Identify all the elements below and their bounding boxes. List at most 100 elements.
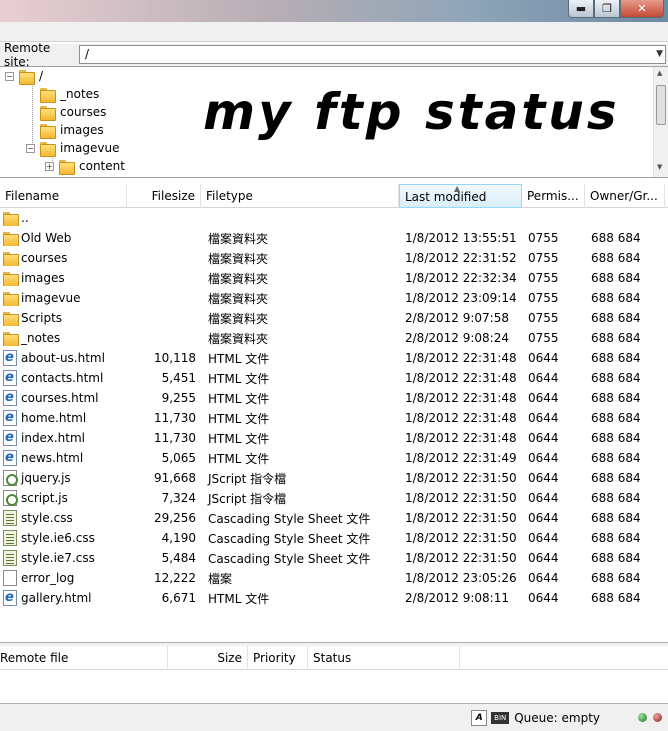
file-type: JScript 指令檔 [208, 471, 287, 486]
file-owner-group: 688 684 [591, 431, 641, 445]
file-row[interactable]: index.html 11,730 HTML 文件 1/8/2012 22:31:48… [0, 428, 668, 448]
file-permissions: 0755 [528, 231, 559, 245]
file-row[interactable]: .. [0, 208, 668, 228]
file-size: 6,671 [161, 591, 196, 605]
file-row[interactable]: images 檔案資料夾 1/8/2012 22:32:34 0755 688 684 [0, 268, 668, 288]
binary-mode-icon[interactable]: BIN [491, 711, 510, 724]
folder-icon [3, 330, 19, 346]
folder-icon [40, 105, 56, 121]
column-permissions[interactable]: Permis... [522, 184, 585, 208]
file-owner-group: 688 684 [591, 231, 641, 245]
file-type: Cascading Style Sheet 文件 [208, 531, 371, 546]
file-permissions: 0644 [528, 431, 559, 445]
file-row[interactable]: script.js 7,324 JScript 指令檔 1/8/2012 22:31:… [0, 488, 668, 508]
expand-icon[interactable]: + [45, 161, 54, 171]
collapse-icon[interactable]: − [5, 71, 14, 81]
file-type: Cascading Style Sheet 文件 [208, 551, 371, 566]
tree-item-notes[interactable]: _notes [40, 85, 99, 103]
file-name: style.ie7.css [21, 551, 95, 565]
column-last-modified[interactable]: ▲ Last modified [399, 184, 522, 208]
file-name: contacts.html [21, 371, 104, 385]
file-name-cell: gallery.html [0, 590, 127, 606]
file-name: script.js [21, 491, 68, 505]
file-last-modified: 1/8/2012 22:31:50 [405, 471, 517, 485]
filter-icon[interactable]: A [471, 709, 488, 726]
file-name: Scripts [21, 311, 63, 325]
file-last-modified: 2/8/2012 9:08:11 [405, 591, 509, 605]
tree-item-images[interactable]: images [40, 121, 104, 139]
file-last-modified: 1/8/2012 22:31:50 [405, 531, 517, 545]
file-row[interactable]: style.ie6.css 4,190 Cascading Style Sheet … [0, 528, 668, 548]
css-file-icon [3, 510, 17, 526]
column-filesize[interactable]: Filesize [127, 184, 201, 208]
tree-item-root[interactable]: − / [5, 67, 43, 85]
maximize-button[interactable]: ❐ [594, 0, 620, 18]
file-row[interactable]: style.css 29,256 Cascading Style Sheet 文件 1… [0, 508, 668, 528]
file-name: index.html [21, 431, 85, 445]
file-row[interactable]: courses.html 9,255 HTML 文件 1/8/2012 22:31:4… [0, 388, 668, 408]
file-row[interactable]: imagevue 檔案資料夾 1/8/2012 23:09:14 0755 688 68… [0, 288, 668, 308]
file-type: 檔案資料夾 [208, 291, 269, 306]
file-permissions: 0755 [528, 291, 559, 305]
folder-icon [3, 290, 19, 306]
file-type: HTML 文件 [208, 591, 270, 606]
file-size: 5,451 [161, 371, 196, 385]
tree-item-label: content [79, 159, 125, 173]
file-name-cell: courses.html [0, 390, 127, 406]
file-row[interactable]: gallery.html 6,671 HTML 文件 2/8/2012 9:08:11… [0, 588, 668, 608]
file-row[interactable]: Scripts 檔案資料夾 2/8/2012 9:07:58 0755 688 684 [0, 308, 668, 328]
file-name-cell: contacts.html [0, 370, 127, 386]
minimize-button[interactable]: ▬ [568, 0, 594, 18]
close-button[interactable]: ✕ [620, 0, 664, 18]
file-row[interactable]: home.html 11,730 HTML 文件 1/8/2012 22:31:48 0… [0, 408, 668, 428]
tree-item-label: imagevue [60, 141, 120, 155]
scroll-up-icon[interactable]: ▲ [657, 69, 662, 77]
scroll-down-icon[interactable]: ▼ [657, 163, 662, 171]
file-row[interactable]: contacts.html 5,451 HTML 文件 1/8/2012 22:31:… [0, 368, 668, 388]
file-owner-group: 688 684 [591, 271, 641, 285]
file-permissions: 0755 [528, 311, 559, 325]
column-remote-file[interactable]: Remote file [0, 646, 168, 670]
column-owner-group[interactable]: Owner/Gr... [585, 184, 665, 208]
file-type: 檔案資料夾 [208, 331, 269, 346]
chevron-down-icon[interactable]: ▼ [656, 46, 663, 63]
js-file-icon [3, 470, 18, 486]
column-filetype[interactable]: Filetype [201, 184, 399, 208]
file-name: Old Web [21, 231, 72, 245]
file-row[interactable]: Old Web 檔案資料夾 1/8/2012 13:55:51 0755 688 684 [0, 228, 668, 248]
column-status[interactable]: Status [308, 646, 460, 670]
file-type: 檔案資料夾 [208, 231, 269, 246]
file-row[interactable]: news.html 5,065 HTML 文件 1/8/2012 22:31:49 06… [0, 448, 668, 468]
file-row[interactable]: about-us.html 10,118 HTML 文件 1/8/2012 22:31… [0, 348, 668, 368]
file-owner-group: 688 684 [591, 391, 641, 405]
file-last-modified: 1/8/2012 13:55:51 [405, 231, 517, 245]
tree-item-imagevue[interactable]: − imagevue [26, 139, 119, 157]
file-row[interactable]: style.ie7.css 5,484 Cascading Style Sheet … [0, 548, 668, 568]
tree-item-content[interactable]: + content [45, 157, 125, 175]
file-type: HTML 文件 [208, 351, 270, 366]
collapse-icon[interactable]: − [26, 143, 35, 153]
column-size[interactable]: Size [168, 646, 248, 670]
file-type: HTML 文件 [208, 451, 270, 466]
remote-site-path-input[interactable]: / ▼ [79, 45, 666, 64]
file-row[interactable]: jquery.js 91,668 JScript 指令檔 1/8/2012 22:31… [0, 468, 668, 488]
tree-item-label: images [60, 123, 104, 137]
file-last-modified: 2/8/2012 9:07:58 [405, 311, 509, 325]
tree-scrollbar[interactable]: ▲ ▼ [653, 67, 668, 177]
file-permissions: 0644 [528, 411, 559, 425]
file-row[interactable]: courses 檔案資料夾 1/8/2012 22:31:52 0755 688 684 [0, 248, 668, 268]
column-priority[interactable]: Priority [248, 646, 308, 670]
file-last-modified: 1/8/2012 22:31:48 [405, 411, 517, 425]
file-row[interactable]: _notes 檔案資料夾 2/8/2012 9:08:24 0755 688 684 [0, 328, 668, 348]
scrollbar-thumb[interactable] [656, 85, 666, 125]
file-last-modified: 1/8/2012 22:31:52 [405, 251, 517, 265]
folder-icon [59, 159, 75, 175]
tree-item-courses[interactable]: courses [40, 103, 106, 121]
file-row[interactable]: error_log 12,222 檔案 1/8/2012 23:05:26 0644 68… [0, 568, 668, 588]
file-owner-group: 688 684 [591, 411, 641, 425]
column-filename[interactable]: Filename [0, 184, 127, 208]
file-name: .. [21, 211, 29, 225]
file-name-cell: style.ie6.css [0, 530, 127, 546]
file-last-modified: 1/8/2012 22:32:34 [405, 271, 517, 285]
file-type: HTML 文件 [208, 431, 270, 446]
